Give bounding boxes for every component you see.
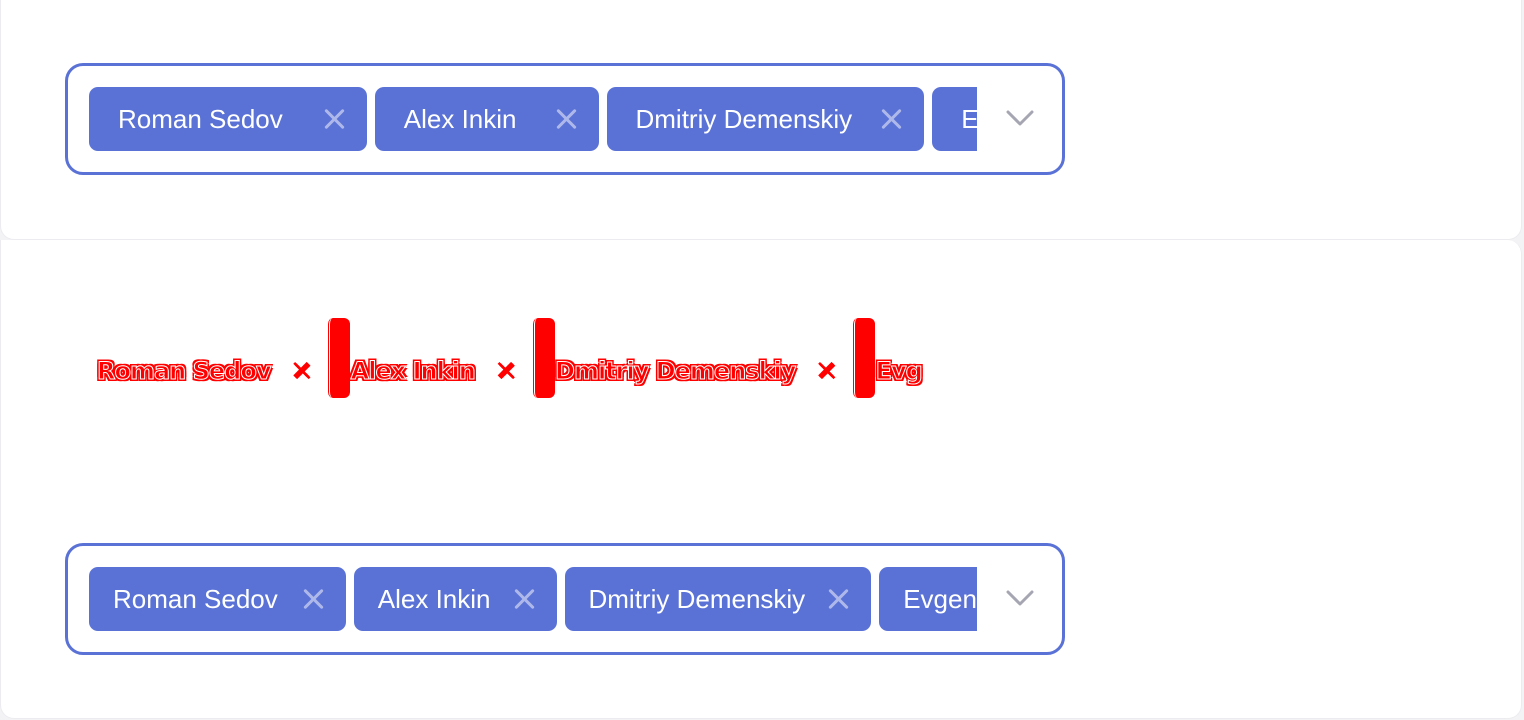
close-icon[interactable] xyxy=(321,106,347,132)
glitch-divider xyxy=(852,318,870,398)
glitch-chip-label: Dmitriy Demenskiy xyxy=(555,357,797,386)
close-icon: ✕ xyxy=(815,355,838,386)
chip[interactable]: Roman Sedov xyxy=(89,87,367,151)
card-top: Roman Sedov Alex Inkin Dmitriy Demenskiy… xyxy=(0,0,1522,240)
chip-label: Alex Inkin xyxy=(403,103,517,134)
close-icon: ✕ xyxy=(495,355,518,386)
chip[interactable]: Evgeniy xyxy=(879,567,977,631)
chip-label: Dmitriy Demenskiy xyxy=(588,583,806,614)
close-icon[interactable] xyxy=(553,106,579,132)
chip[interactable]: Dmitriy Demenskiy xyxy=(606,87,925,151)
chip-label: Alex Inkin xyxy=(377,583,491,614)
multiselect-field[interactable]: Roman Sedov Alex Inkin Dmitriy Demenskiy… xyxy=(65,63,1065,175)
chevron-down-icon[interactable] xyxy=(1004,102,1036,134)
chip[interactable]: Roman Sedov xyxy=(89,567,346,631)
multiselect-field[interactable]: Roman Sedov Alex Inkin Dmitriy Demenskiy… xyxy=(65,543,1065,655)
glitch-chip-label: Alex Inkin xyxy=(350,357,476,386)
glitch-divider xyxy=(327,318,345,398)
chip-list: Roman Sedov Alex Inkin Dmitriy Demenskiy… xyxy=(89,87,977,151)
chip-label: Evgeniy xyxy=(961,103,977,134)
glitch-chip-label: Roman Sedov xyxy=(97,357,272,386)
close-icon[interactable] xyxy=(300,586,326,612)
close-icon[interactable] xyxy=(825,586,851,612)
glitched-chip-preview: Roman Sedov ✕ Alex Inkin ✕ Dmitriy Demen… xyxy=(97,318,997,402)
close-icon[interactable] xyxy=(511,586,537,612)
glitch-chip-label: Evg xyxy=(875,357,923,386)
chip-label: Roman Sedov xyxy=(113,583,278,614)
close-icon[interactable] xyxy=(878,106,904,132)
glitch-divider xyxy=(531,318,549,398)
chip-list: Roman Sedov Alex Inkin Dmitriy Demenskiy… xyxy=(89,567,977,631)
chip-label: Roman Sedov xyxy=(118,103,283,134)
chip[interactable]: Dmitriy Demenskiy xyxy=(564,567,872,631)
chip-label: Evgeniy xyxy=(903,583,977,614)
card-bottom: Roman Sedov ✕ Alex Inkin ✕ Dmitriy Demen… xyxy=(0,240,1522,719)
chevron-down-icon[interactable] xyxy=(1004,582,1036,614)
chip[interactable]: Alex Inkin xyxy=(353,567,557,631)
chip-label: Dmitriy Demenskiy xyxy=(635,103,853,134)
close-icon: ✕ xyxy=(290,355,313,386)
chip[interactable]: Evgeniy xyxy=(932,87,977,151)
chip[interactable]: Alex Inkin xyxy=(374,87,599,151)
